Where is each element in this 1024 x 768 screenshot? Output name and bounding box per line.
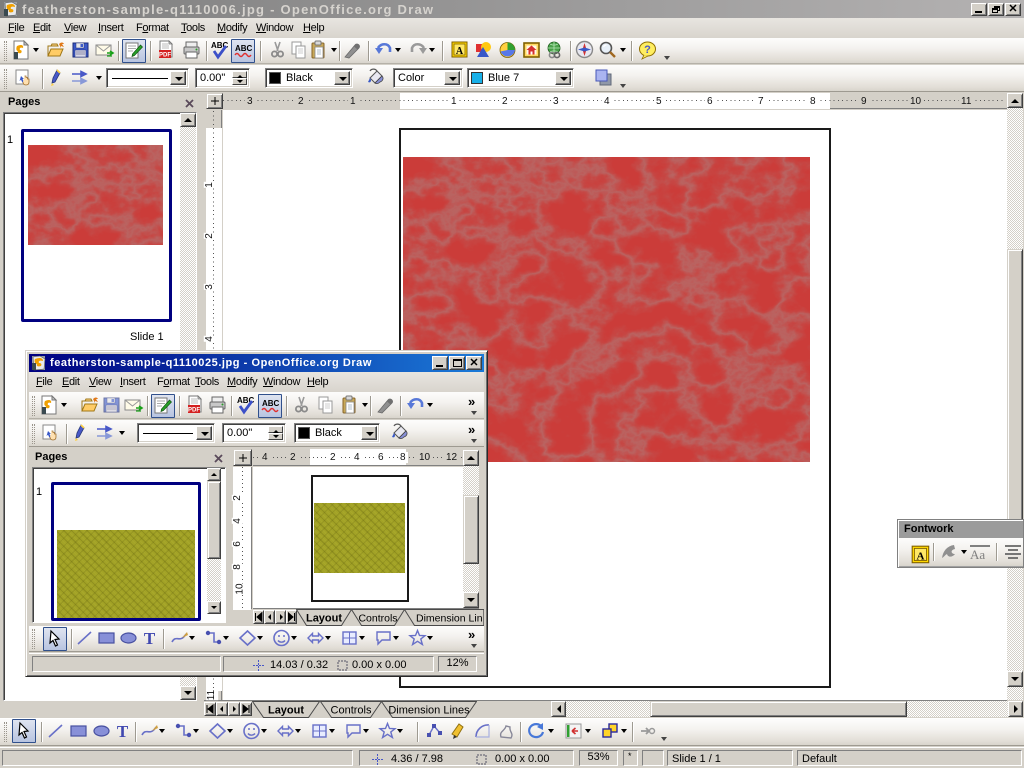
svg-text:Layout: Layout [268, 705, 304, 717]
svg-text:Controls: Controls [331, 705, 372, 717]
svg-text:Dimension Lin: Dimension Lin [416, 613, 483, 625]
svg-text:Dimension Lines: Dimension Lines [388, 705, 470, 717]
svg-text:Aa: Aa [970, 547, 985, 562]
svg-text:Layout: Layout [306, 613, 342, 625]
svg-text:Controls: Controls [358, 613, 397, 625]
